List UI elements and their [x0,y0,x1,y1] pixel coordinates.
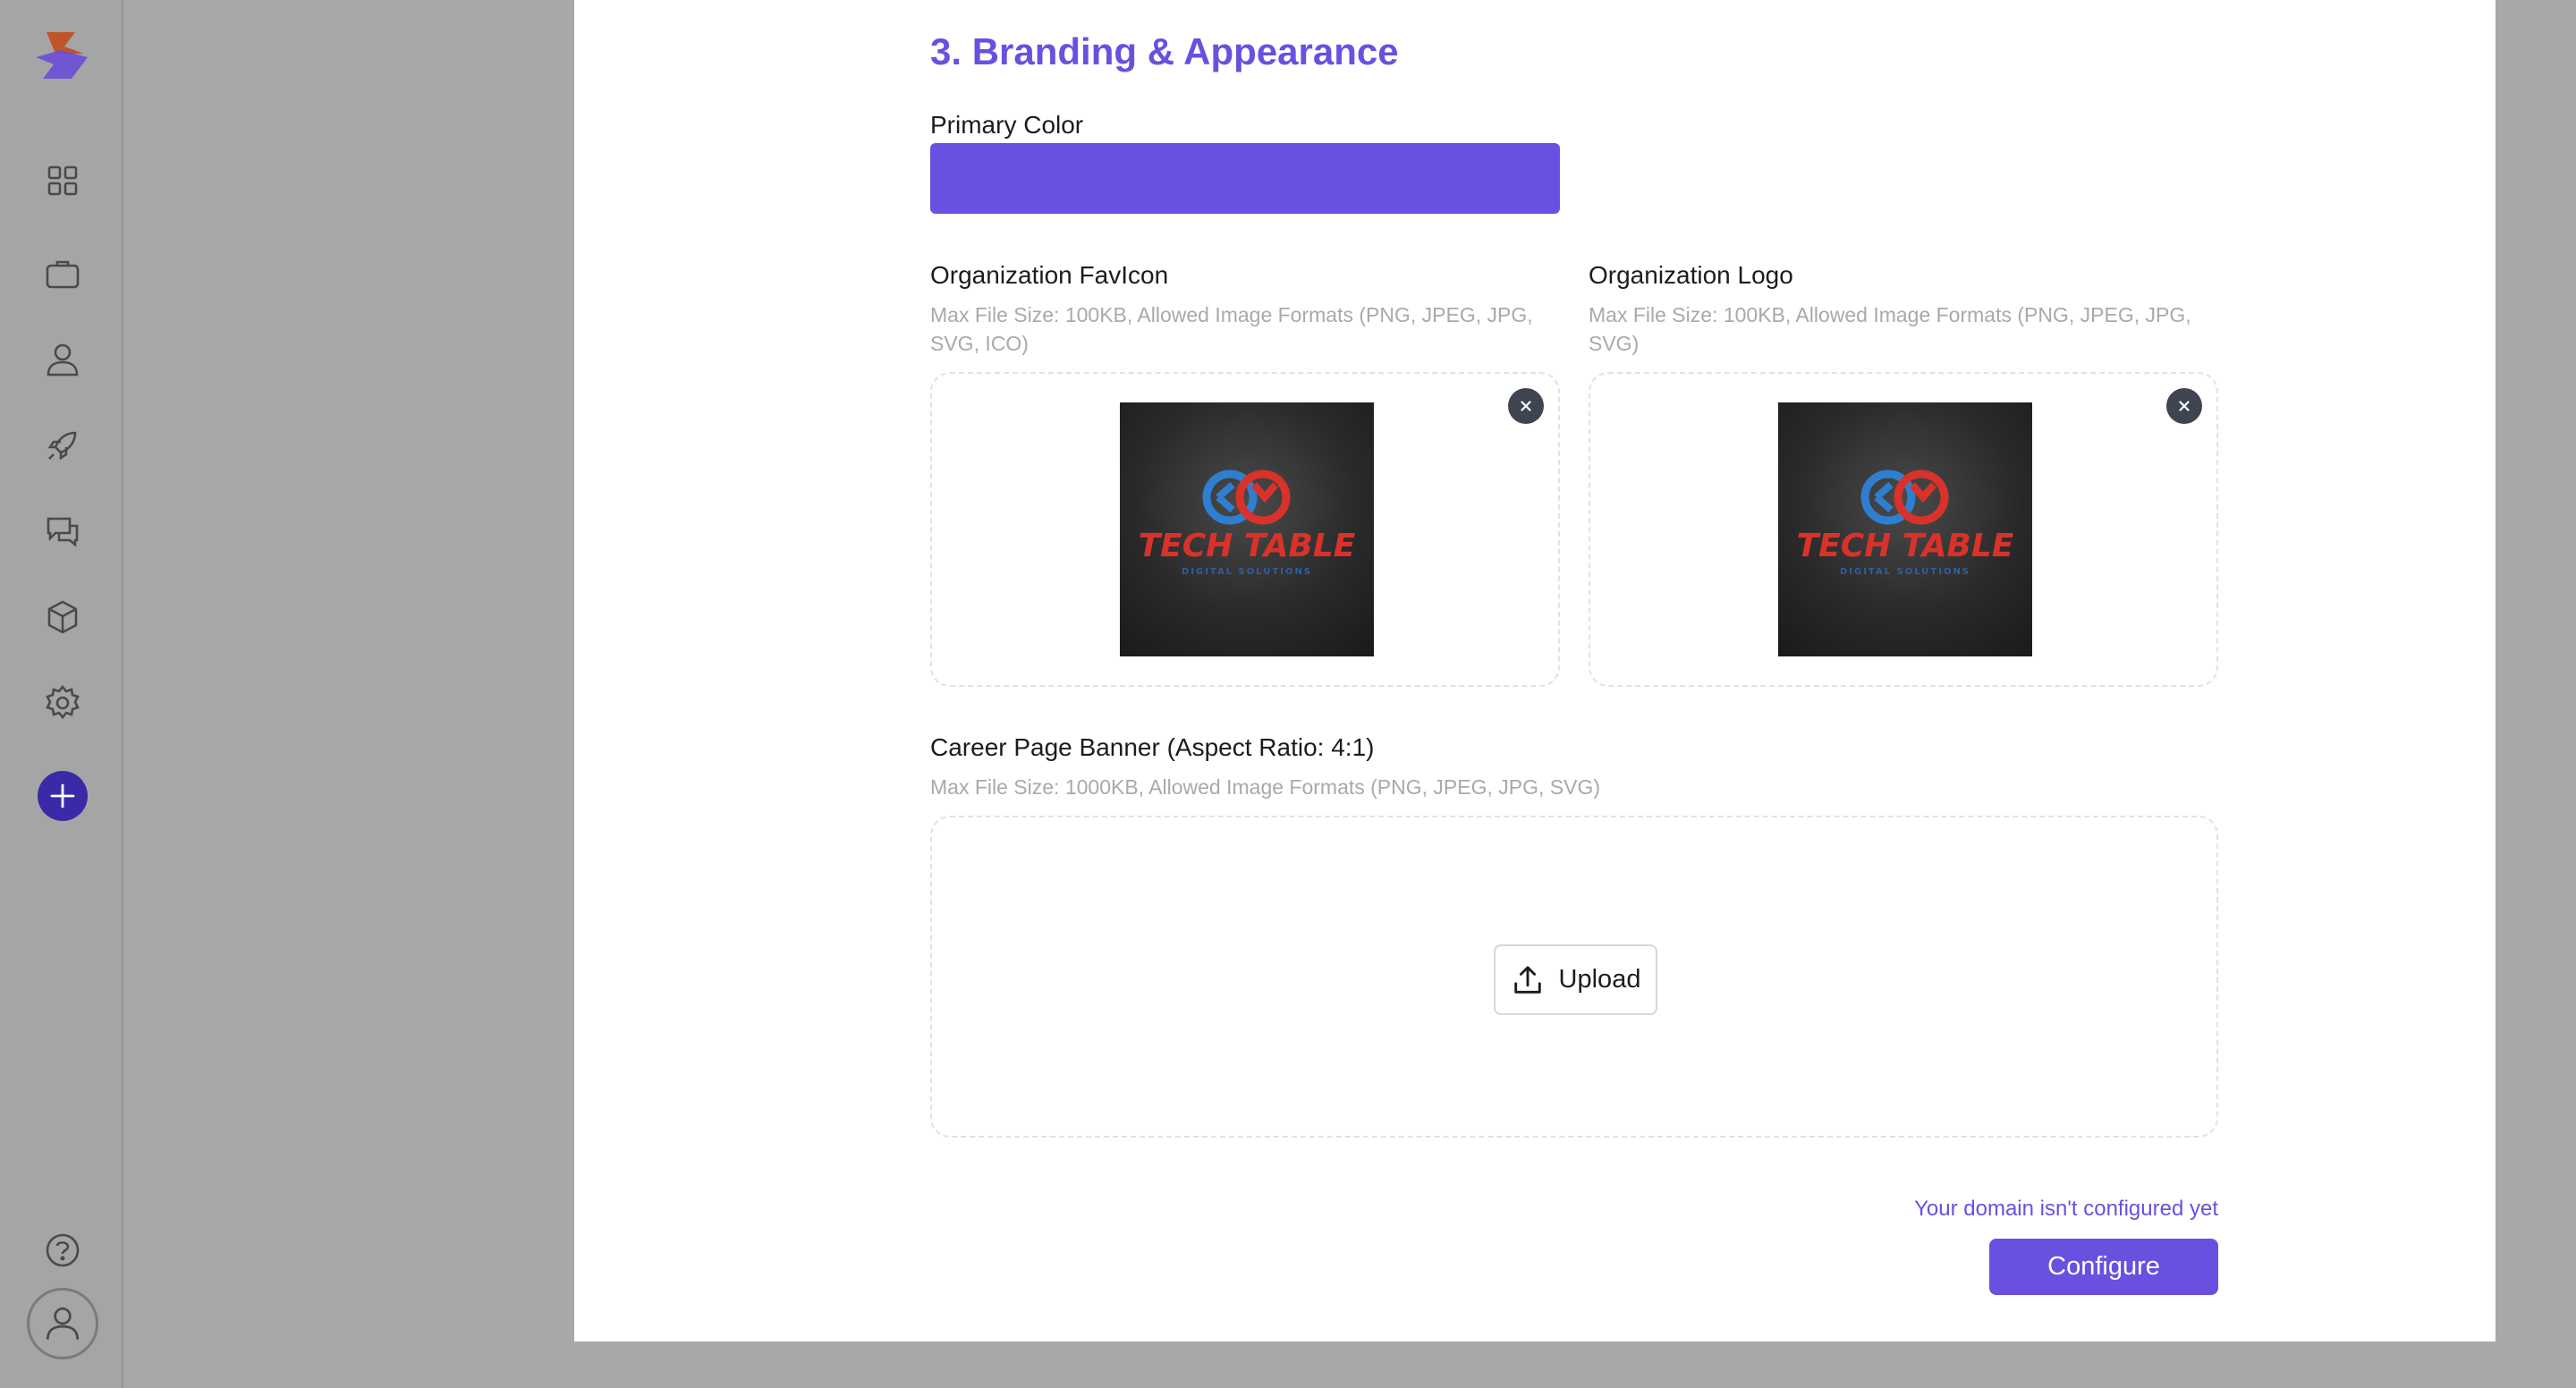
logo-label: Organization Logo [1589,261,1793,289]
domain-status-note: Your domain isn't configured yet [1914,1197,2218,1221]
brand-image: TECH TABLE DIGITAL SOLUTIONS [1139,470,1356,577]
sidebar [0,0,123,1388]
avatar[interactable] [27,1288,98,1359]
brand-line2: DIGITAL SOLUTIONS [1840,567,1970,577]
logo-hint: Max File Size: 100KB, Allowed Image Form… [1589,303,2191,355]
app-logo[interactable] [29,27,95,84]
upload-icon [1513,965,1541,994]
brand-line2: DIGITAL SOLUTIONS [1182,567,1312,577]
branding-panel: 3. Branding & Appearance Primary Color O… [574,0,2496,1341]
add-button[interactable] [38,771,88,821]
banner-hint: Max File Size: 1000KB, Allowed Image For… [930,775,1601,799]
dashboard-icon[interactable] [39,157,86,204]
close-icon [1521,401,1531,411]
brand-line1: TECH TABLE [1139,528,1356,564]
brand-image: TECH TABLE DIGITAL SOLUTIONS [1797,470,2014,577]
section-title: 3. Branding & Appearance [930,30,1399,72]
remove-favicon-button[interactable] [1508,388,1544,424]
favicon-label: Organization FavIcon [930,261,1169,289]
logo-preview: TECH TABLE DIGITAL SOLUTIONS [1778,402,2032,656]
chat-icon[interactable] [39,508,86,554]
close-icon [2179,401,2190,411]
banner-dropzone[interactable]: Upload [930,816,2218,1138]
person-icon[interactable] [39,336,86,383]
favicon-dropzone[interactable]: TECH TABLE DIGITAL SOLUTIONS [930,372,1560,687]
overlay-left [125,0,574,1388]
rocket-icon[interactable] [39,422,86,469]
gear-icon[interactable] [39,680,86,726]
remove-logo-button[interactable] [2166,388,2202,424]
upload-button[interactable]: Upload [1494,944,1657,1015]
help-icon[interactable] [39,1227,86,1274]
configure-button[interactable]: Configure [1989,1239,2218,1295]
primary-color-picker[interactable] [930,143,1560,214]
logo-dropzone[interactable]: TECH TABLE DIGITAL SOLUTIONS [1589,372,2218,687]
overlay-right [2496,0,2576,1388]
briefcase-icon[interactable] [39,250,86,297]
banner-label: Career Page Banner (Aspect Ratio: 4:1) [930,733,1375,761]
upload-label: Upload [1558,965,1641,994]
primary-color-label: Primary Color [930,111,1084,139]
favicon-preview: TECH TABLE DIGITAL SOLUTIONS [1120,402,1374,656]
avatar-icon [46,1307,80,1340]
brand-line1: TECH TABLE [1797,528,2014,564]
add-icon [50,783,75,808]
cube-icon[interactable] [39,594,86,640]
favicon-hint: Max File Size: 100KB, Allowed Image Form… [930,303,1533,355]
